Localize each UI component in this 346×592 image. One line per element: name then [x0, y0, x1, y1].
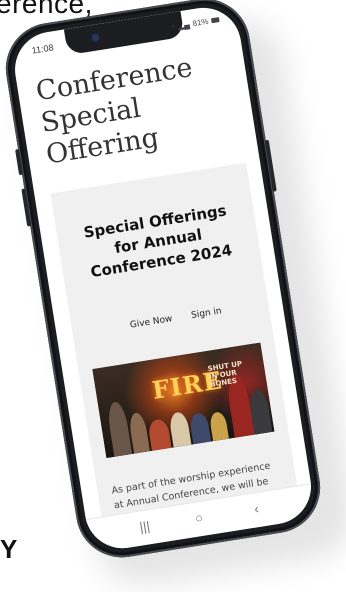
status-time: 11:08: [31, 42, 55, 56]
card-title: Special Offerings for Annual Conference …: [82, 201, 234, 282]
sign-in-link[interactable]: Sign in: [191, 306, 223, 321]
wifi-icon: ◔: [169, 22, 176, 32]
phone-volume-button: [21, 188, 32, 227]
phone-notch: [63, 10, 185, 56]
home-icon[interactable]: ○: [194, 510, 204, 526]
give-now-link[interactable]: Give Now: [129, 314, 173, 331]
offering-card: Special Offerings for Annual Conference …: [50, 162, 301, 540]
page-title: Conference Special Offering: [33, 52, 195, 171]
phone-side-button: [15, 148, 24, 176]
background-text-bottom: Y: [0, 534, 18, 564]
battery-percent: 81%: [191, 16, 210, 29]
signal-icon: ▂▄: [177, 19, 191, 31]
back-icon[interactable]: ‹: [253, 501, 260, 516]
hero-image: FIRE SHUT UP IN OUR BONES: [92, 342, 275, 459]
camera-icon: [90, 33, 101, 43]
battery-icon: [210, 17, 220, 24]
recent-apps-icon[interactable]: |||: [139, 518, 151, 534]
